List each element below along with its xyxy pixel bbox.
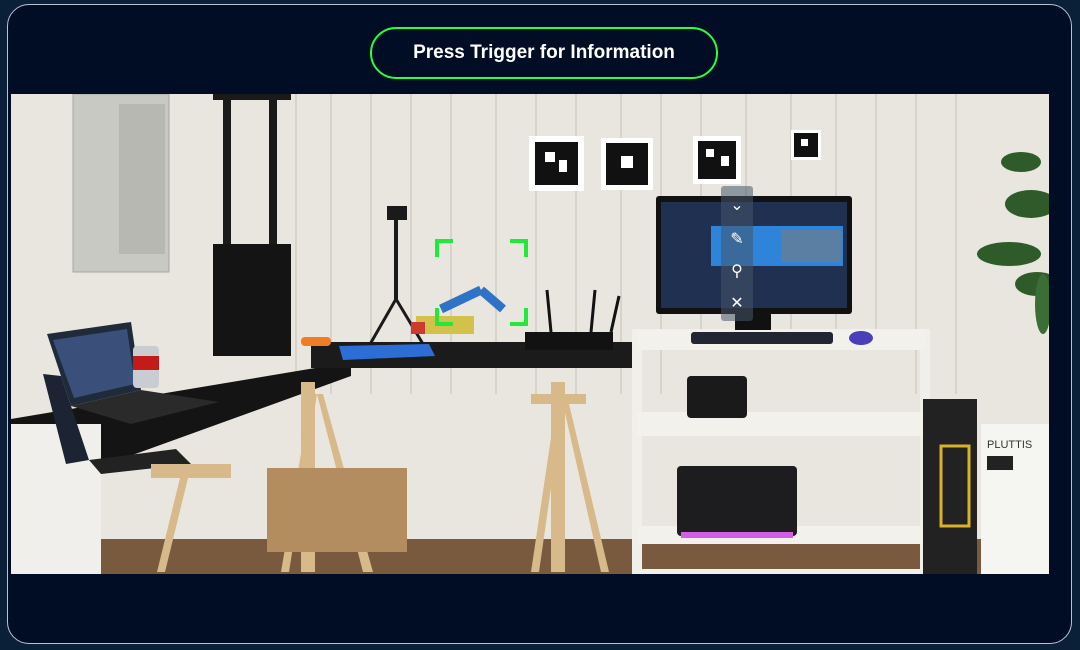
monitor-overlay-toolbar: ⌄ ✎ ⚲ ✕ xyxy=(721,186,753,321)
target-reticle-corner-br xyxy=(510,308,528,326)
room-scene: PLUTTIS xyxy=(11,94,1049,574)
close-icon[interactable]: ✕ xyxy=(721,290,753,314)
pen-icon[interactable]: ✎ xyxy=(721,226,753,250)
trigger-info-button[interactable]: Press Trigger for Information xyxy=(370,27,718,79)
pluttis-sign-text: PLUTTIS xyxy=(987,439,1032,451)
location-pin-icon[interactable]: ⚲ xyxy=(721,258,753,282)
chevron-down-icon[interactable]: ⌄ xyxy=(721,192,753,216)
target-reticle-corner-bl xyxy=(435,308,453,326)
target-reticle-corner-tr xyxy=(510,239,528,257)
app-frame: Press Trigger for Information PLUTTIS ⌄ … xyxy=(7,4,1072,644)
camera-feed: PLUTTIS ⌄ ✎ ⚲ ✕ xyxy=(11,94,1049,574)
monitor xyxy=(656,196,852,330)
target-reticle-corner-tl xyxy=(435,239,453,257)
